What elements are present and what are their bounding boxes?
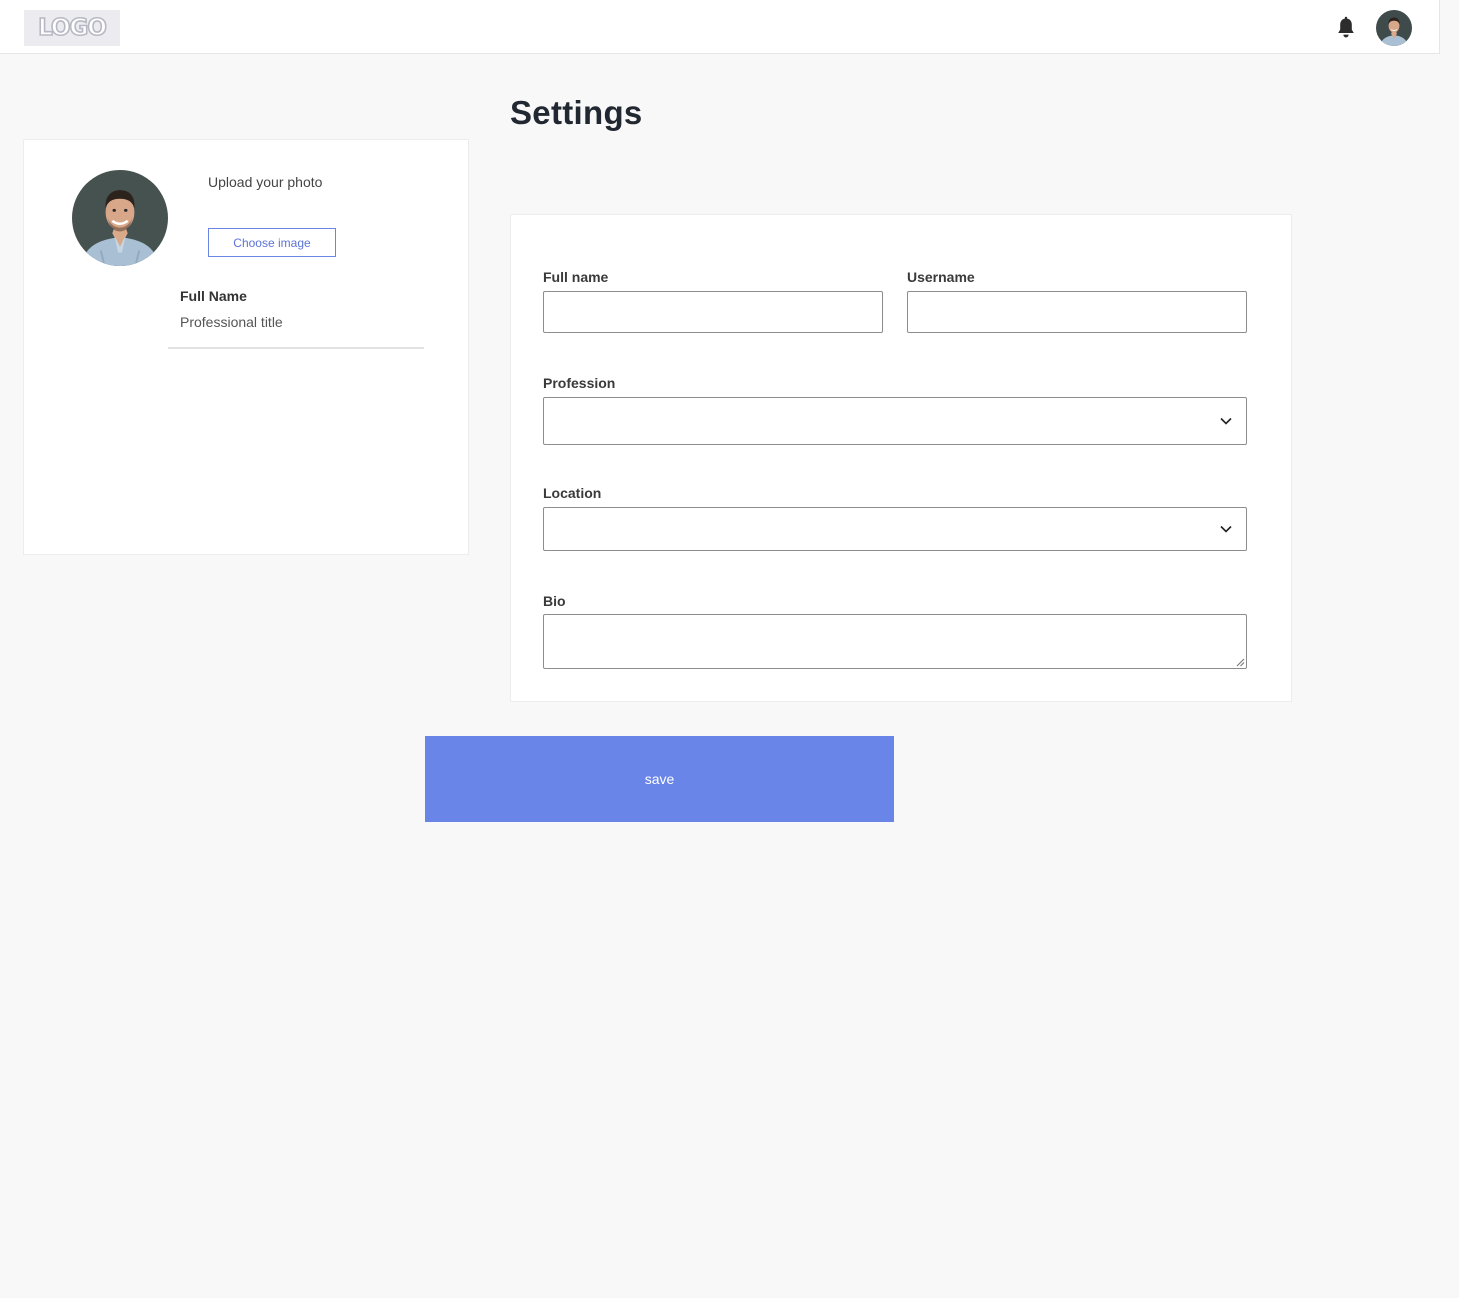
page-title: Settings [510,94,643,131]
bio-textarea[interactable] [543,614,1247,669]
profession-label: Profession [543,375,616,391]
top-navigation-bar: LOGO [0,0,1440,54]
upload-photo-label: Upload your photo [208,174,323,190]
avatar[interactable] [1376,10,1412,46]
profile-photo [72,170,168,266]
settings-form: Full name Username Profession Location B… [510,214,1292,702]
avatar-image [1376,10,1412,46]
profile-card: Upload your photo Choose image Full Name… [23,139,469,555]
logo[interactable]: LOGO [24,10,120,46]
bell-icon[interactable] [1335,16,1357,40]
profile-photo-image [72,170,168,266]
profession-select[interactable] [543,397,1247,445]
username-input[interactable] [907,291,1247,333]
chevron-down-icon [1220,417,1232,425]
username-label: Username [907,269,975,285]
chevron-down-icon [1220,525,1232,533]
bio-label: Bio [543,593,566,609]
location-label: Location [543,485,602,501]
full-name-label: Full name [543,269,609,285]
location-select[interactable] [543,507,1247,551]
choose-image-button[interactable]: Choose image [208,228,336,257]
logo-text: LOGO [37,14,107,42]
save-button[interactable]: save [425,736,894,822]
profile-full-name: Full Name [180,288,247,304]
resize-handle-icon[interactable] [1235,657,1245,667]
full-name-input[interactable] [543,291,883,333]
divider [168,347,424,349]
profile-professional-title: Professional title [180,314,283,330]
